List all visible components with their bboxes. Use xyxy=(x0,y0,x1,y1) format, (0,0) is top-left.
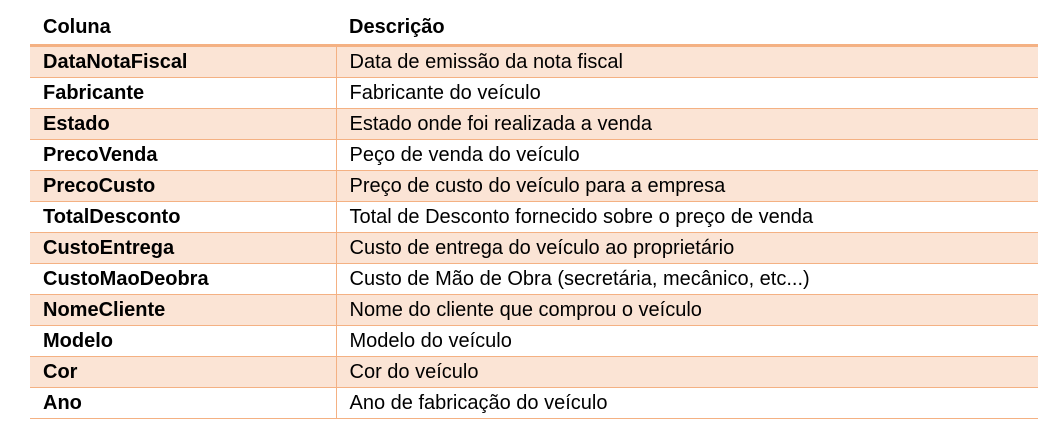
cell-descricao: Preço de custo do veículo para a empresa xyxy=(336,170,1038,202)
cell-descricao: Data de emissão da nota fiscal xyxy=(336,45,1038,78)
cell-descricao: Nome do cliente que comprou o veículo xyxy=(336,294,1038,326)
cell-coluna: PrecoVenda xyxy=(30,139,337,171)
cell-descricao: Modelo do veículo xyxy=(336,325,1038,357)
cell-descricao: Custo de entrega do veículo ao proprietá… xyxy=(336,232,1038,264)
cell-coluna: Estado xyxy=(30,108,337,140)
table-row: CustoMaoDeobra Custo de Mão de Obra (sec… xyxy=(30,263,1038,295)
cell-descricao: Peço de venda do veículo xyxy=(336,139,1038,171)
cell-descricao: Estado onde foi realizada a venda xyxy=(336,108,1038,140)
header-coluna: Coluna xyxy=(30,10,336,47)
table-row: NomeCliente Nome do cliente que comprou … xyxy=(30,294,1038,326)
cell-descricao: Total de Desconto fornecido sobre o preç… xyxy=(336,201,1038,233)
cell-descricao: Cor do veículo xyxy=(336,356,1038,388)
columns-table: Coluna Descrição DataNotaFiscal Data de … xyxy=(30,10,1038,419)
cell-descricao: Ano de fabricação do veículo xyxy=(336,387,1038,419)
cell-coluna: PrecoCusto xyxy=(30,170,337,202)
cell-coluna: Modelo xyxy=(30,325,337,357)
table-row: TotalDesconto Total de Desconto fornecid… xyxy=(30,201,1038,233)
cell-coluna: DataNotaFiscal xyxy=(30,45,337,78)
table-row: Ano Ano de fabricação do veículo xyxy=(30,387,1038,419)
cell-coluna: CustoMaoDeobra xyxy=(30,263,337,295)
cell-coluna: Cor xyxy=(30,356,337,388)
cell-coluna: TotalDesconto xyxy=(30,201,337,233)
table-row: Modelo Modelo do veículo xyxy=(30,325,1038,357)
cell-descricao: Custo de Mão de Obra (secretária, mecâni… xyxy=(336,263,1038,295)
cell-coluna: Ano xyxy=(30,387,337,419)
table-row: PrecoVenda Peço de venda do veículo xyxy=(30,139,1038,171)
table-row: CustoEntrega Custo de entrega do veículo… xyxy=(30,232,1038,264)
cell-descricao: Fabricante do veículo xyxy=(336,77,1038,109)
table-header-row: Coluna Descrição xyxy=(30,10,1038,47)
table-row: Cor Cor do veículo xyxy=(30,356,1038,388)
cell-coluna: NomeCliente xyxy=(30,294,337,326)
table-row: Estado Estado onde foi realizada a venda xyxy=(30,108,1038,140)
table-row: PrecoCusto Preço de custo do veículo par… xyxy=(30,170,1038,202)
header-descricao: Descrição xyxy=(336,10,1038,47)
table-row: DataNotaFiscal Data de emissão da nota f… xyxy=(30,45,1038,78)
table-row: Fabricante Fabricante do veículo xyxy=(30,77,1038,109)
cell-coluna: Fabricante xyxy=(30,77,337,109)
columns-table-wrapper: Coluna Descrição DataNotaFiscal Data de … xyxy=(30,10,1038,419)
cell-coluna: CustoEntrega xyxy=(30,232,337,264)
